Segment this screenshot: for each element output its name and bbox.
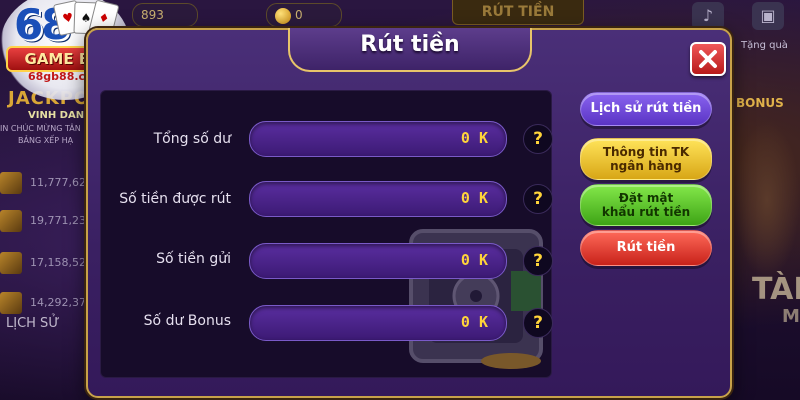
list-item-amount: 11,777,62 [30, 176, 86, 189]
help-button-total-balance[interactable]: ? [523, 124, 553, 154]
help-button-bonus[interactable]: ? [523, 308, 553, 338]
gold-value: 0 [295, 8, 303, 22]
coin-icon [275, 7, 291, 24]
gift-label: Tặng quà [741, 40, 788, 51]
set-password-label-line2: khẩu rút tiền [601, 205, 691, 219]
list-item: 17,158,52 [0, 252, 95, 274]
dialog-title: Rút tiền [360, 32, 460, 57]
character-art [734, 120, 800, 280]
avatar [0, 210, 22, 232]
set-password-button[interactable]: Đặt mật khẩu rút tiền [580, 184, 712, 226]
gift-icon[interactable]: ▣ [752, 2, 784, 30]
tai-sub-label: M [782, 306, 800, 327]
safe-icon [409, 229, 543, 369]
avatar [0, 172, 22, 194]
bank-info-label-line2: ngân hàng [610, 159, 682, 173]
dialog-title-plate: Rút tiền [288, 28, 532, 72]
bonus-label: BONUS [736, 96, 784, 110]
withdrawable-field: 0 K [249, 181, 507, 217]
deposit-value: 0 K [460, 251, 488, 269]
ranking-subtitle: BẢNG XẾP HẠ [18, 136, 74, 145]
gold-display: 0 [266, 3, 342, 27]
help-button-withdrawable[interactable]: ? [523, 184, 553, 214]
deposit-field: 0 K [249, 243, 507, 279]
close-button[interactable] [690, 42, 726, 76]
avatar [0, 252, 22, 274]
total-balance-value: 0 K [460, 129, 488, 147]
leaderboard-panel: JACKPOT VINH DANH IN CHÚC MỪNG TÂN BẢNG … [0, 88, 103, 338]
bank-info-button[interactable]: Thông tin TK ngân hàng [580, 138, 712, 180]
sound-icon[interactable]: ♪ [692, 2, 724, 30]
total-balance-field: 0 K [249, 121, 507, 157]
bonus-balance-field: 0 K [249, 305, 507, 341]
list-item: 11,777,62 [0, 172, 95, 194]
list-item-amount: 14,292,37 [30, 296, 86, 309]
list-item-amount: 19,771,23 [30, 214, 86, 227]
bank-info-label-line1: Thông tin TK [602, 145, 690, 159]
top-tab-title: RÚT TIỀN [452, 0, 584, 25]
bonus-balance-value: 0 K [460, 313, 488, 331]
field-label-deposit: Số tiền gửi [156, 251, 231, 267]
list-item: 19,771,23 [0, 210, 95, 232]
balance-panel: Tổng số dư 0 K ? Số tiền được rút 0 K ? … [100, 90, 553, 378]
field-label-withdrawable: Số tiền được rút [119, 191, 231, 207]
field-label-bonus: Số dư Bonus [143, 313, 231, 329]
balance-display: 893 [132, 3, 198, 27]
tai-label: TÀI [752, 272, 800, 307]
field-label-total-balance: Tổng số dư [153, 131, 231, 147]
withdraw-history-button[interactable]: Lịch sử rút tiền [580, 92, 712, 126]
list-item-amount: 17,158,52 [30, 256, 86, 269]
close-icon [699, 50, 717, 68]
set-password-label-line1: Đặt mật [618, 191, 674, 205]
honor-subtitle: IN CHÚC MỪNG TÂN [0, 124, 81, 133]
honor-title: VINH DANH [28, 110, 93, 121]
avatar [0, 292, 22, 314]
balance-value: 893 [141, 8, 164, 22]
withdraw-dialog: Rút tiền Tổng số dư 0 K ? Số tiền được r… [86, 28, 732, 398]
withdraw-button[interactable]: Rút tiền [580, 230, 712, 266]
list-item: 14,292,37 [0, 292, 95, 314]
history-tab[interactable]: LỊCH SỬ [6, 316, 59, 331]
help-button-deposit[interactable]: ? [523, 246, 553, 276]
withdrawable-value: 0 K [460, 189, 488, 207]
